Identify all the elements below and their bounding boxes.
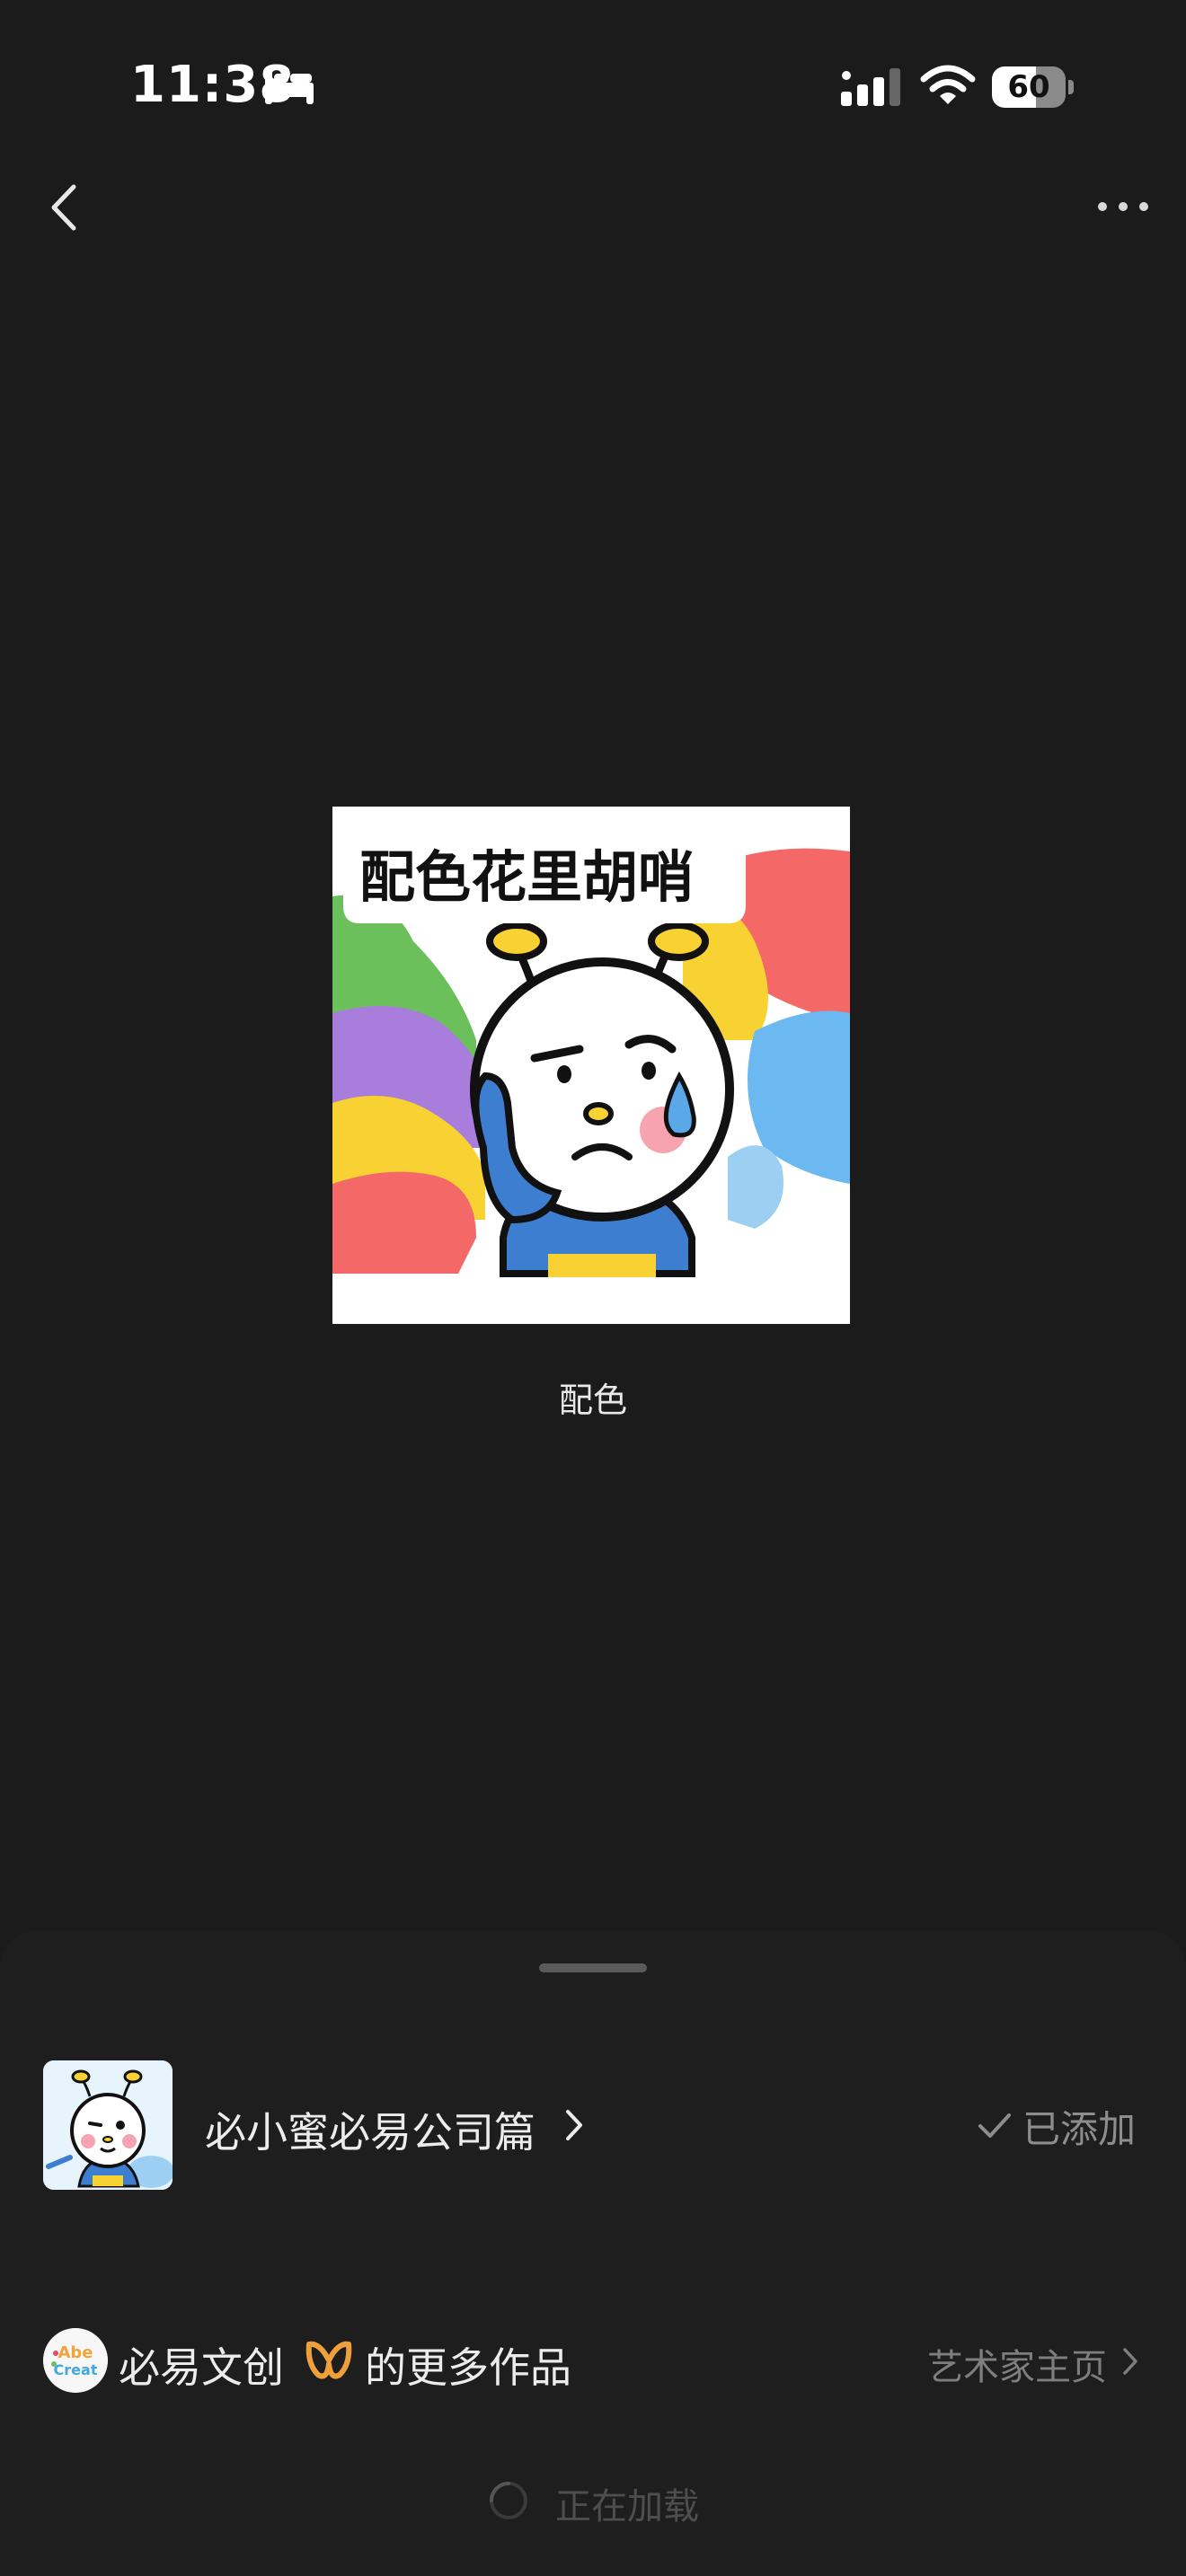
sheet-drag-handle[interactable] <box>539 1963 647 1972</box>
battery-percentage: 60 <box>1007 69 1050 105</box>
artist-badge-icon <box>305 2341 352 2379</box>
loading-spinner-icon <box>490 2482 527 2519</box>
added-status: 已添加 <box>1022 2107 1137 2151</box>
sticker-illustration: 配色花里胡哨 <box>332 807 850 1324</box>
loading-text: 正在加载 <box>555 2486 699 2527</box>
chevron-right-icon[interactable] <box>564 2108 584 2142</box>
more-options-button[interactable] <box>1092 189 1155 225</box>
sticker-pack-title[interactable]: 必小蜜必易公司篇 <box>205 2100 535 2159</box>
artist-homepage-link[interactable]: 艺术家主页 <box>927 2338 1107 2390</box>
wifi-icon <box>920 65 976 104</box>
chevron-right-icon[interactable] <box>1121 2346 1139 2377</box>
sticker-overlay-text: 配色花里胡哨 <box>359 844 694 910</box>
sleep-focus-icon <box>265 70 314 104</box>
checkmark-icon <box>978 2113 1011 2138</box>
svg-text:Abe: Abe <box>58 2343 93 2362</box>
battery-indicator: 60 <box>992 66 1075 108</box>
sticker-caption: 配色 <box>558 1381 627 1420</box>
cellular-signal-icon <box>841 68 900 106</box>
sticker-preview: 配色花里胡哨 <box>332 807 850 1324</box>
artist-avatar[interactable]: Abe Creat <box>43 2328 108 2393</box>
artist-name[interactable]: 必易文创 <box>119 2335 284 2395</box>
svg-text:Creat: Creat <box>54 2361 98 2378</box>
back-button[interactable] <box>36 176 90 239</box>
sticker-pack-thumbnail[interactable] <box>43 2060 173 2190</box>
more-works-label: 的更多作品 <box>365 2343 571 2392</box>
